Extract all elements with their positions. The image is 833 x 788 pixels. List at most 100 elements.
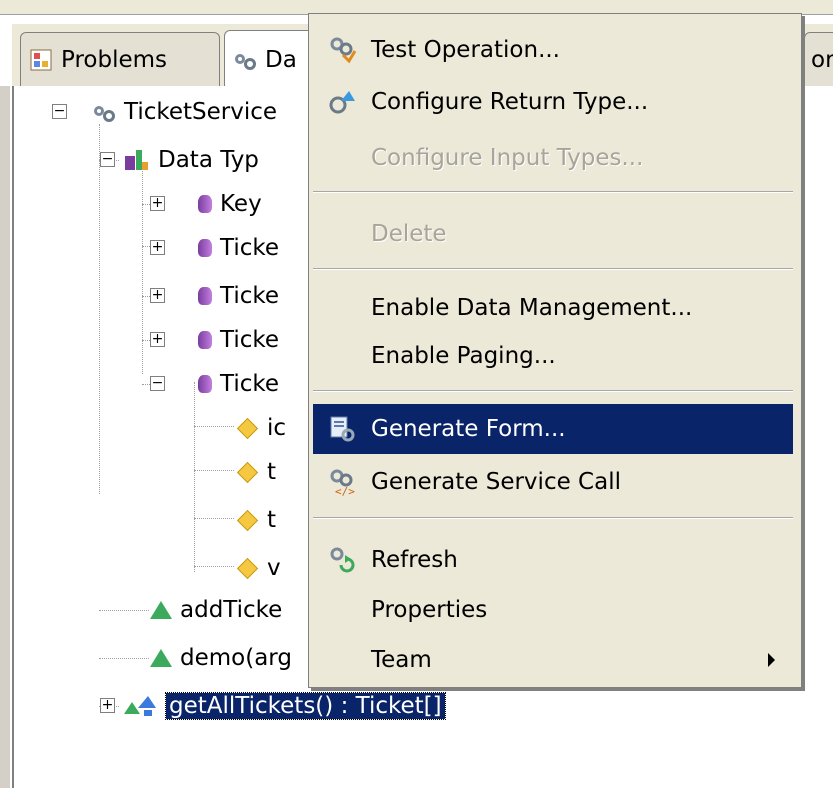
menu-item-delete[interactable]: Delete <box>313 210 793 257</box>
menu-item-label: Delete <box>371 220 447 247</box>
tab-problems-label: Problems <box>61 46 168 73</box>
operation-return-icon <box>122 694 158 718</box>
menu-item-label: Generate Service Call <box>371 468 621 495</box>
tree-node-label: Ticke <box>220 283 280 309</box>
tab-problems[interactable]: Problems <box>20 32 220 86</box>
menu-separator <box>313 191 793 193</box>
problems-icon <box>29 48 53 72</box>
tree-node-type[interactable]: Ticke <box>198 228 279 268</box>
tree-connector <box>99 610 149 611</box>
tree-node-data-types[interactable]: Data Typ <box>122 140 259 180</box>
test-operation-icon <box>313 35 371 65</box>
menu-item-configure-input-types[interactable]: Configure Input Types... <box>313 134 793 181</box>
collapse-toggle-data-types[interactable]: − <box>100 152 115 167</box>
type-icon <box>198 195 212 213</box>
menu-item-label: Configure Return Type... <box>371 88 649 115</box>
type-icon <box>198 375 212 393</box>
tree-connector <box>194 426 234 427</box>
type-icon <box>198 287 212 305</box>
menu-item-enable-paging[interactable]: Enable Paging... <box>313 332 793 379</box>
menu-item-label: Configure Input Types... <box>371 144 644 171</box>
tree-node-label: t <box>267 459 277 485</box>
tree-node-label: Data Typ <box>158 147 259 173</box>
menu-separator <box>313 268 793 270</box>
service-icon <box>92 100 116 124</box>
type-icon <box>198 331 212 349</box>
generate-service-call-icon: </> <box>313 467 371 497</box>
field-icon <box>236 417 259 439</box>
tree-node-type[interactable]: Key <box>198 184 262 224</box>
tree-node-root[interactable]: TicketService <box>92 92 277 132</box>
menu-item-label: Enable Paging... <box>371 342 556 369</box>
tree-node-field[interactable]: ic <box>236 408 286 448</box>
tree-connector <box>194 566 234 567</box>
tree-node-label: TicketService <box>124 99 278 125</box>
tree-connector <box>194 470 234 471</box>
tree-node-label: getAllTickets() : Ticket[] <box>165 692 446 720</box>
tree-node-type[interactable]: Ticke <box>198 276 279 316</box>
tree-node-label: addTicke <box>180 597 283 623</box>
svg-text:</>: </> <box>335 485 355 497</box>
menu-item-label: Team <box>371 646 432 673</box>
tree-node-label: demo(arg <box>180 645 292 671</box>
expand-toggle-type[interactable]: + <box>150 196 165 211</box>
tree-node-type[interactable]: Ticke <box>198 364 279 404</box>
tree-connector <box>99 124 100 494</box>
data-services-icon <box>233 48 257 72</box>
tree-node-label: ic <box>267 415 287 441</box>
tree-node-field[interactable]: t <box>236 500 276 540</box>
expand-toggle-type[interactable]: + <box>150 288 165 303</box>
operation-icon <box>150 601 172 619</box>
expand-toggle-operation[interactable]: + <box>100 698 115 713</box>
expand-toggle-type[interactable]: + <box>150 240 165 255</box>
data-types-icon <box>122 146 150 174</box>
tree-node-label: Ticke <box>220 327 280 353</box>
tree-node-type[interactable]: Ticke <box>198 320 279 360</box>
tree-node-selected-operation[interactable]: getAllTickets() : Ticket[] <box>122 686 446 726</box>
tree-connector <box>194 382 195 572</box>
menu-item-test-operation[interactable]: Test Operation... <box>313 26 793 73</box>
menu-separator <box>313 390 793 392</box>
menu-item-generate-service-call[interactable]: </> Generate Service Call <box>313 458 793 505</box>
menu-item-refresh[interactable]: Refresh <box>313 536 793 583</box>
tree-node-operation[interactable]: demo(arg <box>150 638 292 678</box>
menu-item-properties[interactable]: Properties <box>313 586 793 633</box>
tab-data-services[interactable]: Da <box>224 30 320 88</box>
left-panel-edge <box>0 86 10 788</box>
tree-node-label: Key <box>220 191 262 217</box>
tab-data-services-label: Da <box>265 46 297 73</box>
menu-item-enable-data-management[interactable]: Enable Data Management... <box>313 284 793 331</box>
tree-node-label: t <box>267 507 277 533</box>
menu-item-label: Properties <box>371 596 488 623</box>
tree-connector <box>142 164 143 374</box>
tree-node-label: Ticke <box>220 371 280 397</box>
type-icon <box>198 239 212 257</box>
tree-node-field[interactable]: t <box>236 452 276 492</box>
configure-return-type-icon <box>313 87 371 117</box>
tree-node-label: Ticke <box>220 235 280 261</box>
menu-item-label: Test Operation... <box>371 36 560 63</box>
generate-form-icon <box>313 414 371 444</box>
tree-connector <box>99 658 149 659</box>
operation-icon <box>150 649 172 667</box>
tree-connector <box>194 518 234 519</box>
expand-toggle-type[interactable]: + <box>150 332 165 347</box>
menu-item-generate-form[interactable]: Generate Form... <box>313 404 793 454</box>
menu-item-label: Enable Data Management... <box>371 294 693 321</box>
tree-node-operation[interactable]: addTicke <box>150 590 282 630</box>
tree-node-field[interactable]: v <box>236 548 281 588</box>
tab-other-label: or <box>811 46 833 73</box>
context-menu: Test Operation... Configure Return Type.… <box>308 13 802 688</box>
refresh-icon <box>313 545 371 575</box>
field-icon <box>236 509 259 531</box>
menu-item-label: Refresh <box>371 546 458 573</box>
collapse-toggle-root[interactable]: − <box>52 104 67 119</box>
field-icon <box>236 557 259 579</box>
collapse-toggle-type[interactable]: − <box>150 376 165 391</box>
field-icon <box>236 461 259 483</box>
tree-node-label: v <box>267 555 281 581</box>
menu-item-configure-return-type[interactable]: Configure Return Type... <box>313 78 793 125</box>
menu-separator <box>313 517 793 519</box>
tab-other[interactable]: or <box>804 32 833 86</box>
menu-item-team[interactable]: Team <box>313 636 793 683</box>
